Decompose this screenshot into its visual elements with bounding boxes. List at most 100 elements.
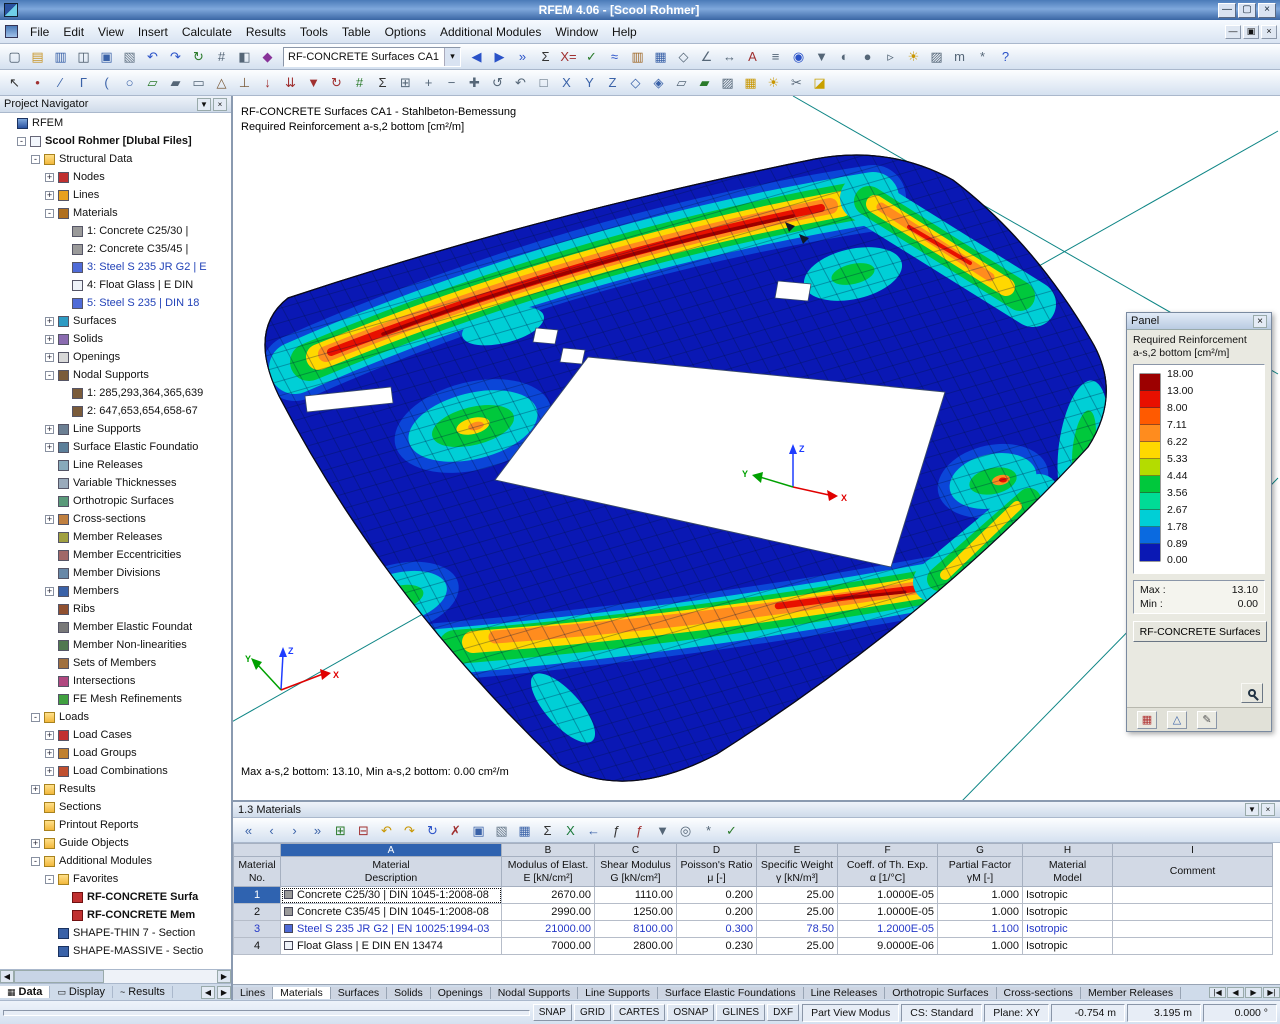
- column-letter[interactable]: C: [594, 843, 677, 857]
- modulus-cell[interactable]: 7000.00: [501, 937, 595, 955]
- material-row[interactable]: 1 Concrete C25/30 | DIN 1045-1:2008-08 2…: [233, 886, 1273, 904]
- model-3d-view[interactable]: Z X Y Z Y X: [233, 96, 1280, 800]
- tree-item[interactable]: Member Divisions: [0, 564, 231, 582]
- isometric-view-icon[interactable]: ◇: [624, 72, 647, 94]
- full-view-icon[interactable]: □: [532, 72, 555, 94]
- column-header[interactable]: Partial Factor γM [-]: [937, 856, 1023, 887]
- tree-item[interactable]: - Nodal Supports: [0, 366, 231, 384]
- tree-item[interactable]: 1: Concrete C25/30 |: [0, 222, 231, 240]
- tree-item[interactable]: SHAPE-MASSIVE - Sectio: [0, 942, 231, 960]
- menu-item[interactable]: Insert: [131, 21, 175, 43]
- partial-factor-cell[interactable]: 1.000: [937, 903, 1023, 921]
- find-icon[interactable]: ◎: [674, 819, 697, 841]
- tree-item[interactable]: + Line Supports: [0, 420, 231, 438]
- view-z-icon[interactable]: Z: [601, 72, 624, 94]
- tree-item[interactable]: + Surface Elastic Foundatio: [0, 438, 231, 456]
- transparency-icon[interactable]: ▨: [716, 72, 739, 94]
- last-row-icon[interactable]: »: [306, 819, 329, 841]
- navigator-hscrollbar[interactable]: ◀ ▶: [0, 969, 231, 983]
- statusbar-toggle[interactable]: OSNAP: [667, 1004, 715, 1021]
- tree-expander-icon[interactable]: +: [45, 334, 54, 344]
- table-tab[interactable]: Surface Elastic Foundations: [657, 986, 804, 999]
- close-icon[interactable]: ×: [1261, 803, 1275, 816]
- text-label-icon[interactable]: A: [741, 46, 764, 68]
- tree-expander-icon[interactable]: +: [45, 766, 54, 776]
- comment-cell[interactable]: [1112, 920, 1273, 938]
- tree-expander-icon[interactable]: +: [45, 172, 54, 182]
- tree-expander-icon[interactable]: +: [45, 730, 54, 740]
- tree-item[interactable]: 1: 285,293,364,365,639: [0, 384, 231, 402]
- clipping-icon[interactable]: ✂: [785, 72, 808, 94]
- line-tool-icon[interactable]: ∕: [49, 72, 72, 94]
- panel-edit-scale-icon[interactable]: ✎: [1197, 710, 1217, 729]
- table-nav-button[interactable]: ▶: [1245, 987, 1262, 998]
- material-description-cell[interactable]: Steel S 235 JR G2 | EN 10025:1994-03: [280, 920, 502, 938]
- export-excel-icon[interactable]: X: [559, 819, 582, 841]
- tree-item[interactable]: - Scool Rohmer [Dlubal Files]: [0, 132, 231, 150]
- specific-weight-cell[interactable]: 78.50: [756, 920, 838, 938]
- tree-item[interactable]: - Materials: [0, 204, 231, 222]
- menu-item[interactable]: Help: [605, 21, 644, 43]
- tree-item[interactable]: - Structural Data: [0, 150, 231, 168]
- column-header[interactable]: Material Description: [280, 856, 502, 887]
- paste-icon[interactable]: ▧: [118, 46, 141, 68]
- tree-item[interactable]: Member Eccentricities: [0, 546, 231, 564]
- next-row-icon[interactable]: ›: [283, 819, 306, 841]
- paste-table-icon[interactable]: ▧: [490, 819, 513, 841]
- tree-item[interactable]: + Lines: [0, 186, 231, 204]
- tree-item[interactable]: + Load Combinations: [0, 762, 231, 780]
- tree-expander-icon[interactable]: +: [31, 838, 40, 848]
- tree-item[interactable]: Variable Thicknesses: [0, 474, 231, 492]
- tree-item[interactable]: 3: Steel S 235 JR G2 | E: [0, 258, 231, 276]
- panel-titlebar[interactable]: Panel ×: [1127, 313, 1271, 330]
- tree-item[interactable]: Member Non-linearities: [0, 636, 231, 654]
- options-icon[interactable]: *: [971, 46, 994, 68]
- thermal-exp-cell[interactable]: 9.0000E-06: [837, 937, 938, 955]
- select-all-icon[interactable]: ▦: [513, 819, 536, 841]
- menu-item[interactable]: File: [23, 21, 56, 43]
- maximize-button[interactable]: ▢: [1238, 2, 1256, 18]
- statusbar-toggle[interactable]: GLINES: [716, 1004, 766, 1021]
- shear-modulus-cell[interactable]: 8100.00: [594, 920, 677, 938]
- menu-item[interactable]: Table: [335, 21, 378, 43]
- undo-icon[interactable]: ↶: [141, 46, 164, 68]
- tree-item[interactable]: + Results: [0, 780, 231, 798]
- material-model-cell[interactable]: Isotropic: [1022, 920, 1113, 938]
- column-header[interactable]: Comment: [1112, 856, 1273, 887]
- menu-item[interactable]: Results: [239, 21, 293, 43]
- delete-content-icon[interactable]: ✗: [444, 819, 467, 841]
- table-tab[interactable]: Nodal Supports: [490, 986, 579, 999]
- tree-item[interactable]: 4: Float Glass | E DIN: [0, 276, 231, 294]
- photo-icon[interactable]: ●: [856, 46, 879, 68]
- moment-load-icon[interactable]: ↻: [325, 72, 348, 94]
- table-tab[interactable]: Line Releases: [803, 986, 886, 999]
- tree-item[interactable]: Sets of Members: [0, 654, 231, 672]
- surface-tool-icon[interactable]: ▱: [141, 72, 164, 94]
- tree-item[interactable]: + Load Groups: [0, 744, 231, 762]
- model-3d-viewport[interactable]: Z X Y Z Y X RF-CONCRETE Surfaces CA1 - S…: [233, 96, 1280, 800]
- partial-view-icon[interactable]: ◐: [833, 46, 856, 68]
- tree-expander-icon[interactable]: -: [31, 712, 40, 722]
- mdi-minimize-button[interactable]: —: [1225, 24, 1241, 39]
- zoom-window-icon[interactable]: ⊞: [394, 72, 417, 94]
- column-header[interactable]: Material No.: [233, 856, 281, 887]
- scroll-right-icon[interactable]: ▶: [217, 970, 231, 983]
- tree-item[interactable]: 2: Concrete C35/45 |: [0, 240, 231, 258]
- material-description-cell[interactable]: Concrete C35/45 | DIN 1045-1:2008-08: [280, 903, 502, 921]
- navigator-tab[interactable]: ▦ Data: [0, 986, 51, 998]
- solid-tool-icon[interactable]: ▰: [164, 72, 187, 94]
- refresh-table-icon[interactable]: ↻: [421, 819, 444, 841]
- navigator-tab[interactable]: ~ Results: [112, 986, 173, 998]
- go-to-icon[interactable]: »: [511, 46, 534, 68]
- view-x-icon[interactable]: X: [555, 72, 578, 94]
- node-tool-icon[interactable]: •: [26, 72, 49, 94]
- tree-item[interactable]: FE Mesh Refinements: [0, 690, 231, 708]
- section-icon[interactable]: ∠: [695, 46, 718, 68]
- material-description-cell[interactable]: Float Glass | E DIN EN 13474: [280, 937, 502, 955]
- row-number-cell[interactable]: 1: [233, 886, 281, 904]
- comment-cell[interactable]: [1112, 903, 1273, 921]
- units-icon[interactable]: m: [948, 46, 971, 68]
- column-letter[interactable]: E: [756, 843, 838, 857]
- pin-icon[interactable]: ▼: [197, 97, 211, 111]
- tree-item[interactable]: Ribs: [0, 600, 231, 618]
